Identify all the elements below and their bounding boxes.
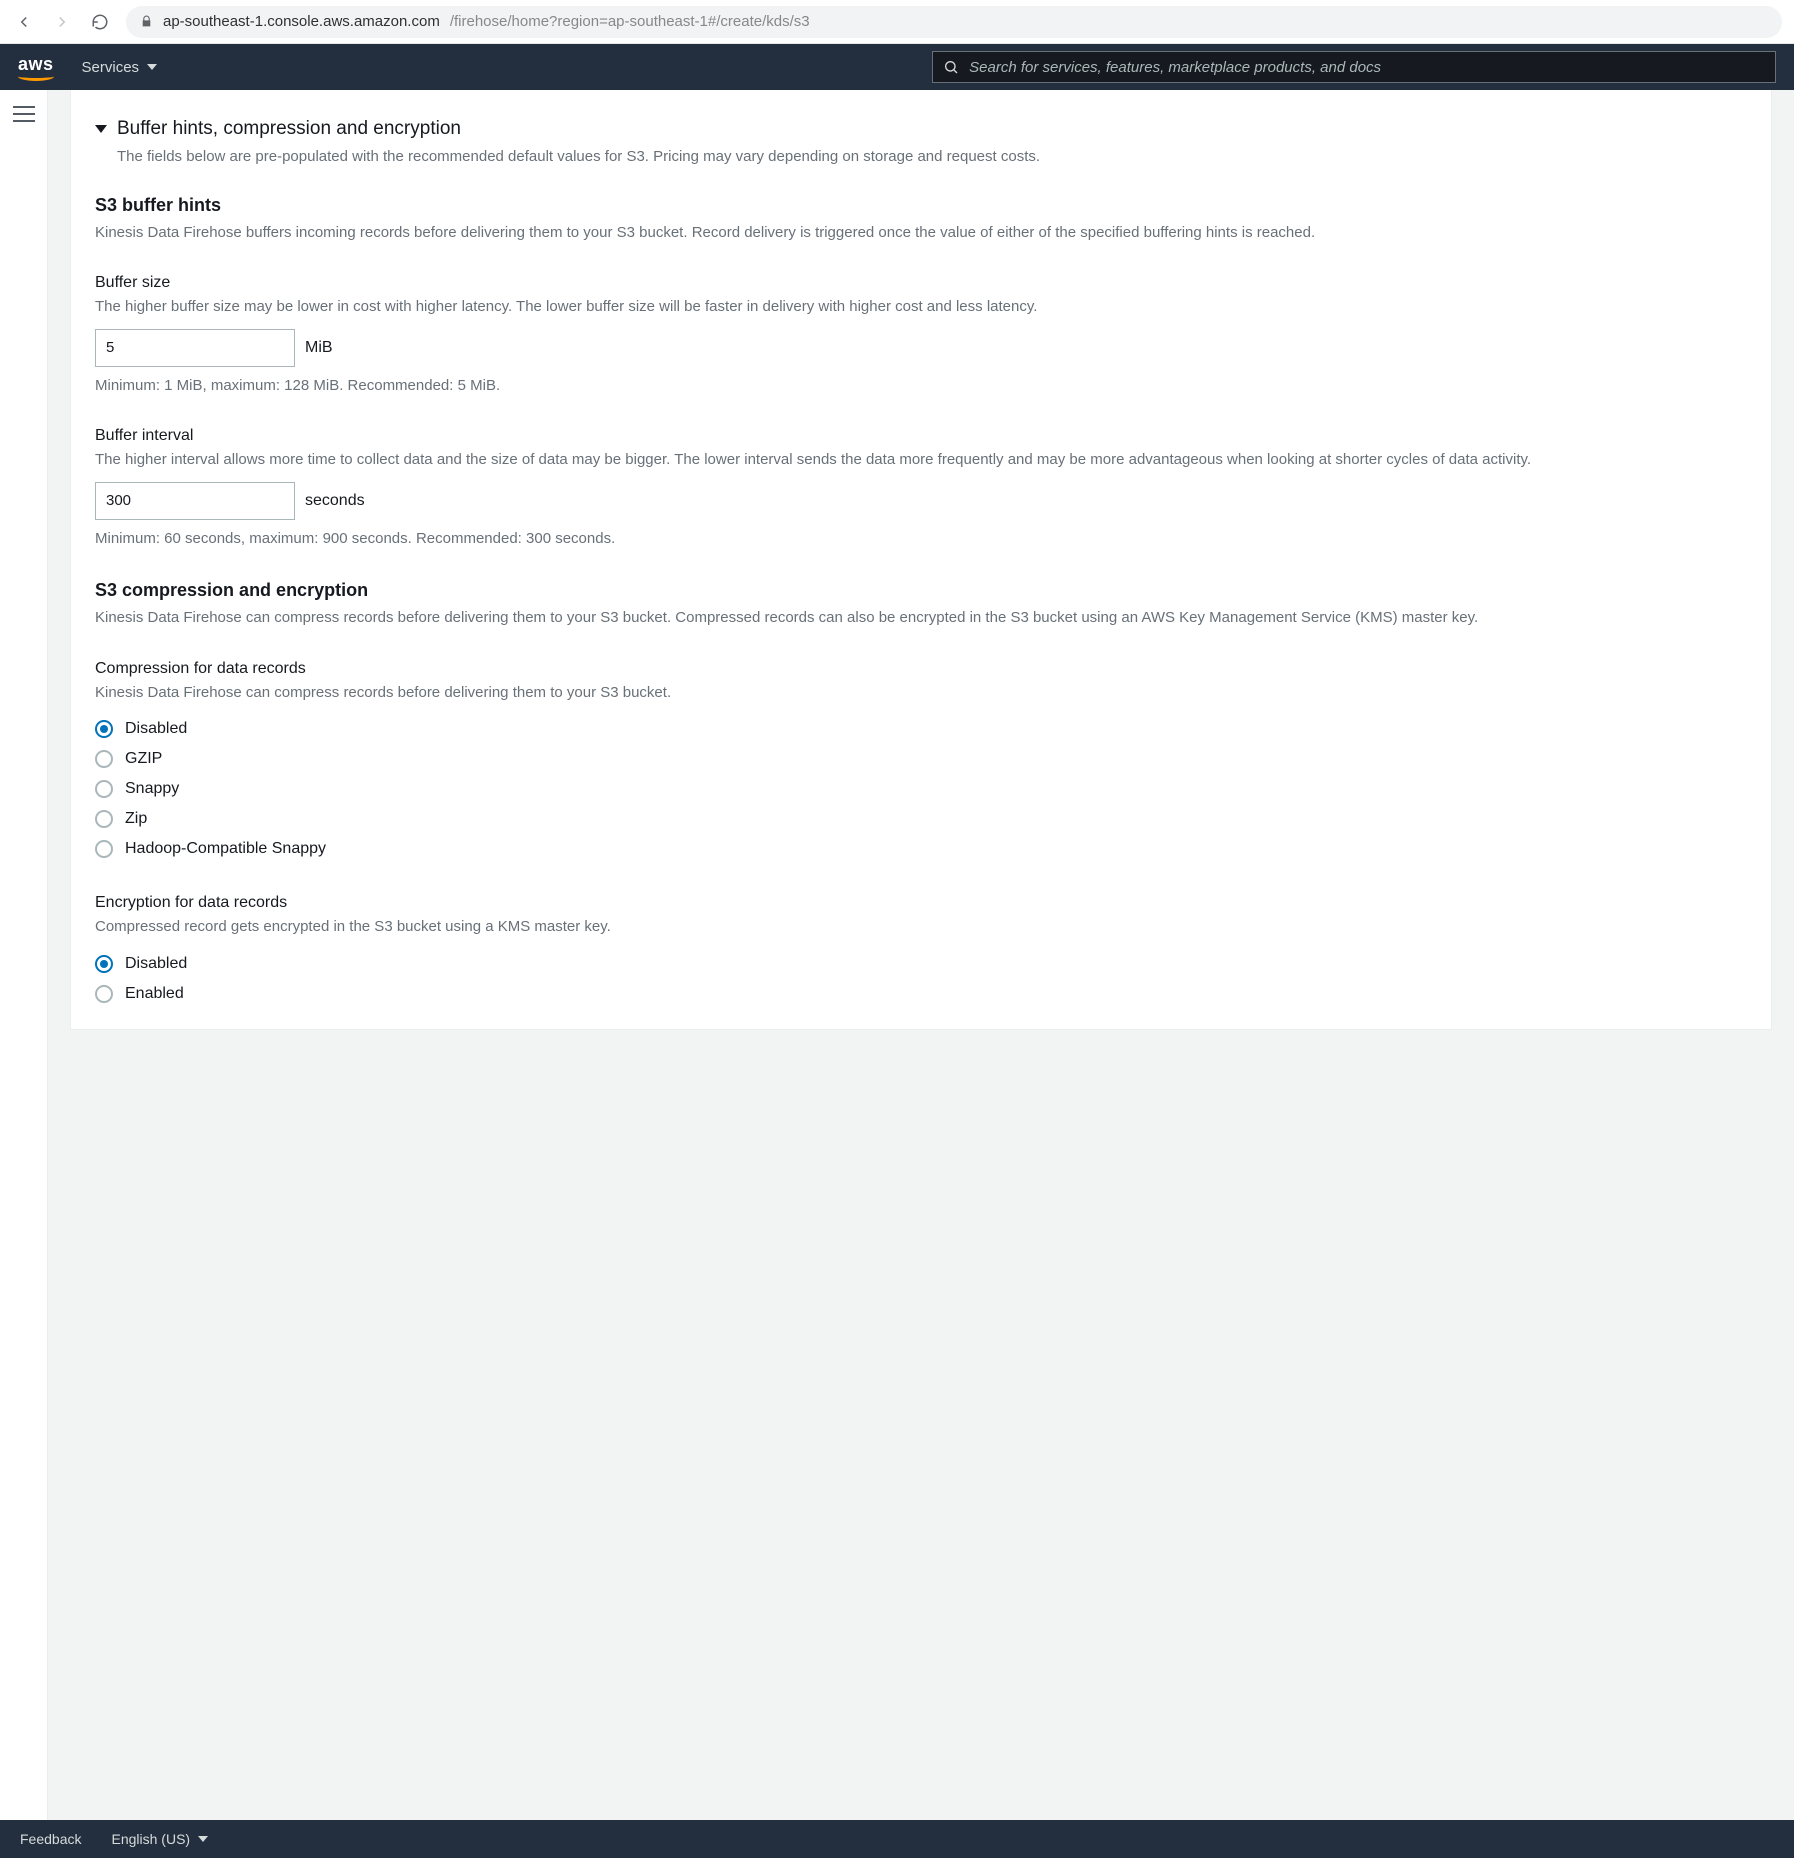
main-content: Buffer hints, compression and encryption… [48,90,1794,1820]
buffer-interval-desc: The higher interval allows more time to … [95,449,1747,472]
buffer-size-label: Buffer size [95,274,1747,292]
aws-top-nav: aws Services Search for services, featur… [0,44,1794,90]
buffer-hints-desc: Kinesis Data Firehose buffers incoming r… [95,222,1747,245]
section-title: Buffer hints, compression and encryption [117,118,461,140]
browser-back-button[interactable] [12,10,36,34]
encryption-option-1[interactable]: Enabled [95,979,1747,1009]
browser-address-bar[interactable]: ap-southeast-1.console.aws.amazon.com/fi… [126,6,1782,38]
encryption-option-0[interactable]: Disabled [95,949,1747,979]
lock-icon [140,15,153,28]
settings-panel: Buffer hints, compression and encryption… [70,90,1772,1030]
compression-field: Compression for data records Kinesis Dat… [95,660,1747,865]
language-label: English (US) [111,1831,190,1847]
browser-reload-button[interactable] [88,10,112,34]
radio-icon [95,810,113,828]
global-search-input[interactable]: Search for services, features, marketpla… [932,51,1776,83]
buffer-size-field: Buffer size The higher buffer size may b… [95,274,1747,397]
radio-icon [95,955,113,973]
services-menu-button[interactable]: Services [82,59,158,76]
chevron-down-icon [147,64,157,70]
compenc-desc: Kinesis Data Firehose can compress recor… [95,607,1747,630]
sidebar-toggle-button[interactable] [13,106,35,122]
buffer-interval-field: Buffer interval The higher interval allo… [95,427,1747,550]
radio-label: Disabled [125,955,187,973]
radio-label: Disabled [125,720,187,738]
browser-forward-button[interactable] [50,10,74,34]
services-label: Services [82,59,140,76]
buffer-hints-title: S3 buffer hints [95,195,1747,216]
compression-option-3[interactable]: Zip [95,804,1747,834]
compression-option-2[interactable]: Snappy [95,774,1747,804]
search-placeholder: Search for services, features, marketpla… [969,59,1381,76]
search-icon [943,59,959,75]
buffer-interval-label: Buffer interval [95,427,1747,445]
radio-icon [95,840,113,858]
chevron-down-icon [198,1836,208,1842]
buffer-interval-hint: Minimum: 60 seconds, maximum: 900 second… [95,528,1747,551]
radio-icon [95,780,113,798]
buffer-size-input[interactable] [95,329,295,367]
url-host: ap-southeast-1.console.aws.amazon.com [163,13,440,30]
section-toggle-buffer-hints[interactable]: Buffer hints, compression and encryption [95,118,1747,140]
compression-option-4[interactable]: Hadoop-Compatible Snappy [95,834,1747,864]
radio-label: Zip [125,810,147,828]
buffer-size-hint: Minimum: 1 MiB, maximum: 128 MiB. Recomm… [95,375,1747,398]
feedback-link[interactable]: Feedback [20,1831,81,1847]
compression-option-1[interactable]: GZIP [95,744,1747,774]
browser-toolbar: ap-southeast-1.console.aws.amazon.com/fi… [0,0,1794,44]
compression-label: Compression for data records [95,660,1747,678]
radio-label: Enabled [125,985,184,1003]
buffer-size-desc: The higher buffer size may be lower in c… [95,296,1747,319]
language-selector[interactable]: English (US) [111,1831,208,1847]
buffer-interval-unit: seconds [305,492,365,510]
section-description: The fields below are pre-populated with … [117,146,1747,169]
compression-desc: Kinesis Data Firehose can compress recor… [95,682,1747,705]
compenc-title: S3 compression and encryption [95,580,1747,601]
left-rail [0,90,48,1820]
url-path: /firehose/home?region=ap-southeast-1#/cr… [450,13,810,30]
encryption-desc: Compressed record gets encrypted in the … [95,916,1747,939]
buffer-size-unit: MiB [305,339,333,357]
radio-label: GZIP [125,750,162,768]
radio-icon [95,985,113,1003]
aws-logo[interactable]: aws [18,54,54,81]
radio-label: Hadoop-Compatible Snappy [125,840,326,858]
encryption-label: Encryption for data records [95,894,1747,912]
compenc-heading: S3 compression and encryption Kinesis Da… [95,580,1747,630]
radio-label: Snappy [125,780,179,798]
compression-option-0[interactable]: Disabled [95,714,1747,744]
buffer-interval-input[interactable] [95,482,295,520]
radio-icon [95,750,113,768]
radio-icon [95,720,113,738]
aws-footer: Feedback English (US) [0,1820,1794,1858]
encryption-field: Encryption for data records Compressed r… [95,894,1747,1009]
chevron-down-icon [95,125,107,133]
